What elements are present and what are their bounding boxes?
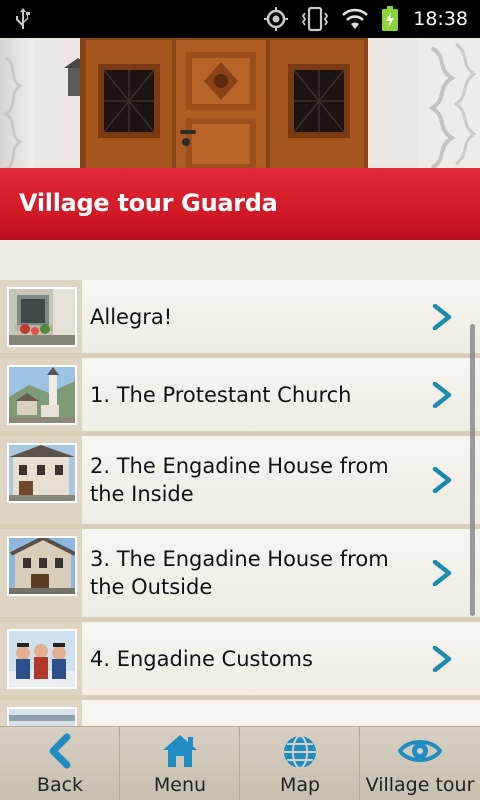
customs-photo xyxy=(7,629,77,689)
window-flowers-photo xyxy=(7,287,77,347)
scrollbar[interactable] xyxy=(470,324,475,616)
list-item-label: 2. The Engadine House from the Inside xyxy=(90,454,389,506)
list-item[interactable]: 4. Engadine Customs xyxy=(0,622,480,700)
home-icon xyxy=(120,733,240,771)
nav-back-button[interactable]: Back xyxy=(0,727,120,800)
eye-icon xyxy=(360,733,480,771)
chevron-right-icon xyxy=(431,381,453,409)
page-title: Village tour Guarda xyxy=(19,189,278,217)
list-item-label: 1. The Protestant Church xyxy=(90,382,352,407)
header: Village tour Guarda xyxy=(0,38,480,280)
list-item-label: Allegra! xyxy=(90,304,173,329)
engadine-house-outside-photo xyxy=(7,536,77,596)
list-item-label: 4. Engadine Customs xyxy=(90,646,313,671)
nav-map-button[interactable]: Map xyxy=(240,727,360,800)
usb-icon xyxy=(14,7,32,35)
back-arrow-icon xyxy=(0,733,120,771)
battery-charging-icon xyxy=(381,6,399,32)
engadine-house-photo xyxy=(7,443,77,503)
list-item[interactable] xyxy=(0,700,480,726)
chevron-right-icon xyxy=(431,645,453,673)
header-spacer xyxy=(0,240,480,280)
gps-icon xyxy=(263,6,289,32)
tour-list: Allegra! 1. The Protestant Church 2. The… xyxy=(0,280,480,726)
list-item[interactable]: Allegra! xyxy=(0,280,480,358)
nav-village-tour-button[interactable]: Village tour xyxy=(360,727,480,800)
vibrate-icon xyxy=(301,6,329,32)
chevron-right-icon xyxy=(431,559,453,587)
nav-label: Menu xyxy=(153,774,207,796)
chevron-right-icon xyxy=(431,303,453,331)
list-item[interactable]: 2. The Engadine House from the Inside xyxy=(0,436,480,529)
nav-label: Village tour xyxy=(365,774,475,796)
list-item-label: 3. The Engadine House from the Outside xyxy=(90,547,389,599)
church-photo xyxy=(7,365,77,425)
list-item[interactable]: 1. The Protestant Church xyxy=(0,358,480,436)
nav-label: Map xyxy=(279,774,321,796)
thumbnail-partial xyxy=(7,707,77,726)
globe-icon xyxy=(240,733,360,771)
nav-menu-button[interactable]: Menu xyxy=(120,727,240,800)
title-banner: Village tour Guarda xyxy=(0,168,480,240)
clock: 18:38 xyxy=(413,8,468,30)
chevron-right-icon xyxy=(431,466,453,494)
list-item[interactable]: 3. The Engadine House from the Outside xyxy=(0,529,480,622)
nav-label: Back xyxy=(36,774,84,796)
bottom-nav: Back Menu Map Village tour xyxy=(0,726,480,800)
status-bar: 18:38 xyxy=(0,0,480,38)
wifi-icon xyxy=(341,7,369,31)
wooden-door-photo xyxy=(0,38,480,178)
